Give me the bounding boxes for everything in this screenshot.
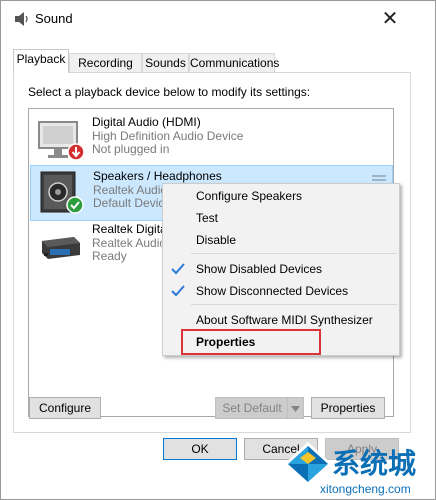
digital-output-icon [42,237,80,259]
ok-button[interactable]: OK [163,438,237,460]
device-name: Digital Audio (HDMI) [92,115,201,129]
menu-item-configure-speakers[interactable]: Configure Speakers [196,189,302,203]
set-default-button[interactable]: Set Default [215,397,289,419]
diamond-logo-icon [284,442,332,486]
set-default-dropdown[interactable] [287,397,304,419]
speaker-device-icon [40,171,84,214]
device-driver: High Definition Audio Device [92,128,244,143]
device-status: Not plugged in [92,142,170,156]
instruction-text: Select a playback device below to modify… [28,85,311,99]
monitor-icon [38,121,85,161]
watermark-text-url: xitongcheng.com [320,482,411,496]
menu-separator [191,253,397,254]
tab-communications[interactable]: Communications [189,53,279,73]
device-text: Digital Audio (HDMI) High Definition Aud… [92,115,244,157]
menu-item-show-disconnected[interactable]: Show Disconnected Devices [196,284,348,298]
close-icon: ✕ [381,7,399,30]
watermark-logo: 系统城 xitongcheng.com [280,440,436,500]
properties-highlight-box [181,329,321,355]
tab-recording[interactable]: Recording [69,53,142,73]
configure-button[interactable]: Configure [29,397,101,419]
device-name: Speakers / Headphones [93,169,222,183]
window-title: Sound [35,11,73,26]
menu-item-about-midi[interactable]: About Software MIDI Synthesizer [196,313,373,327]
speaker-icon [15,12,28,26]
check-icon [171,263,185,275]
close-button[interactable]: ✕ [373,3,407,33]
tab-playback[interactable]: Playback [13,49,69,73]
menu-item-disable[interactable]: Disable [196,233,236,247]
watermark-text-cn: 系统城 [332,447,417,480]
title-bar: Sound ✕ [1,1,435,35]
menu-item-show-disabled[interactable]: Show Disabled Devices [196,262,322,276]
check-icon [171,285,185,297]
tab-sounds[interactable]: Sounds [142,53,189,73]
menu-item-test[interactable]: Test [196,211,218,225]
properties-button[interactable]: Properties [311,397,385,419]
device-item-hdmi[interactable]: Digital Audio (HDMI) High Definition Aud… [30,112,391,166]
menu-separator [191,304,397,305]
chevron-down-icon [291,405,300,412]
